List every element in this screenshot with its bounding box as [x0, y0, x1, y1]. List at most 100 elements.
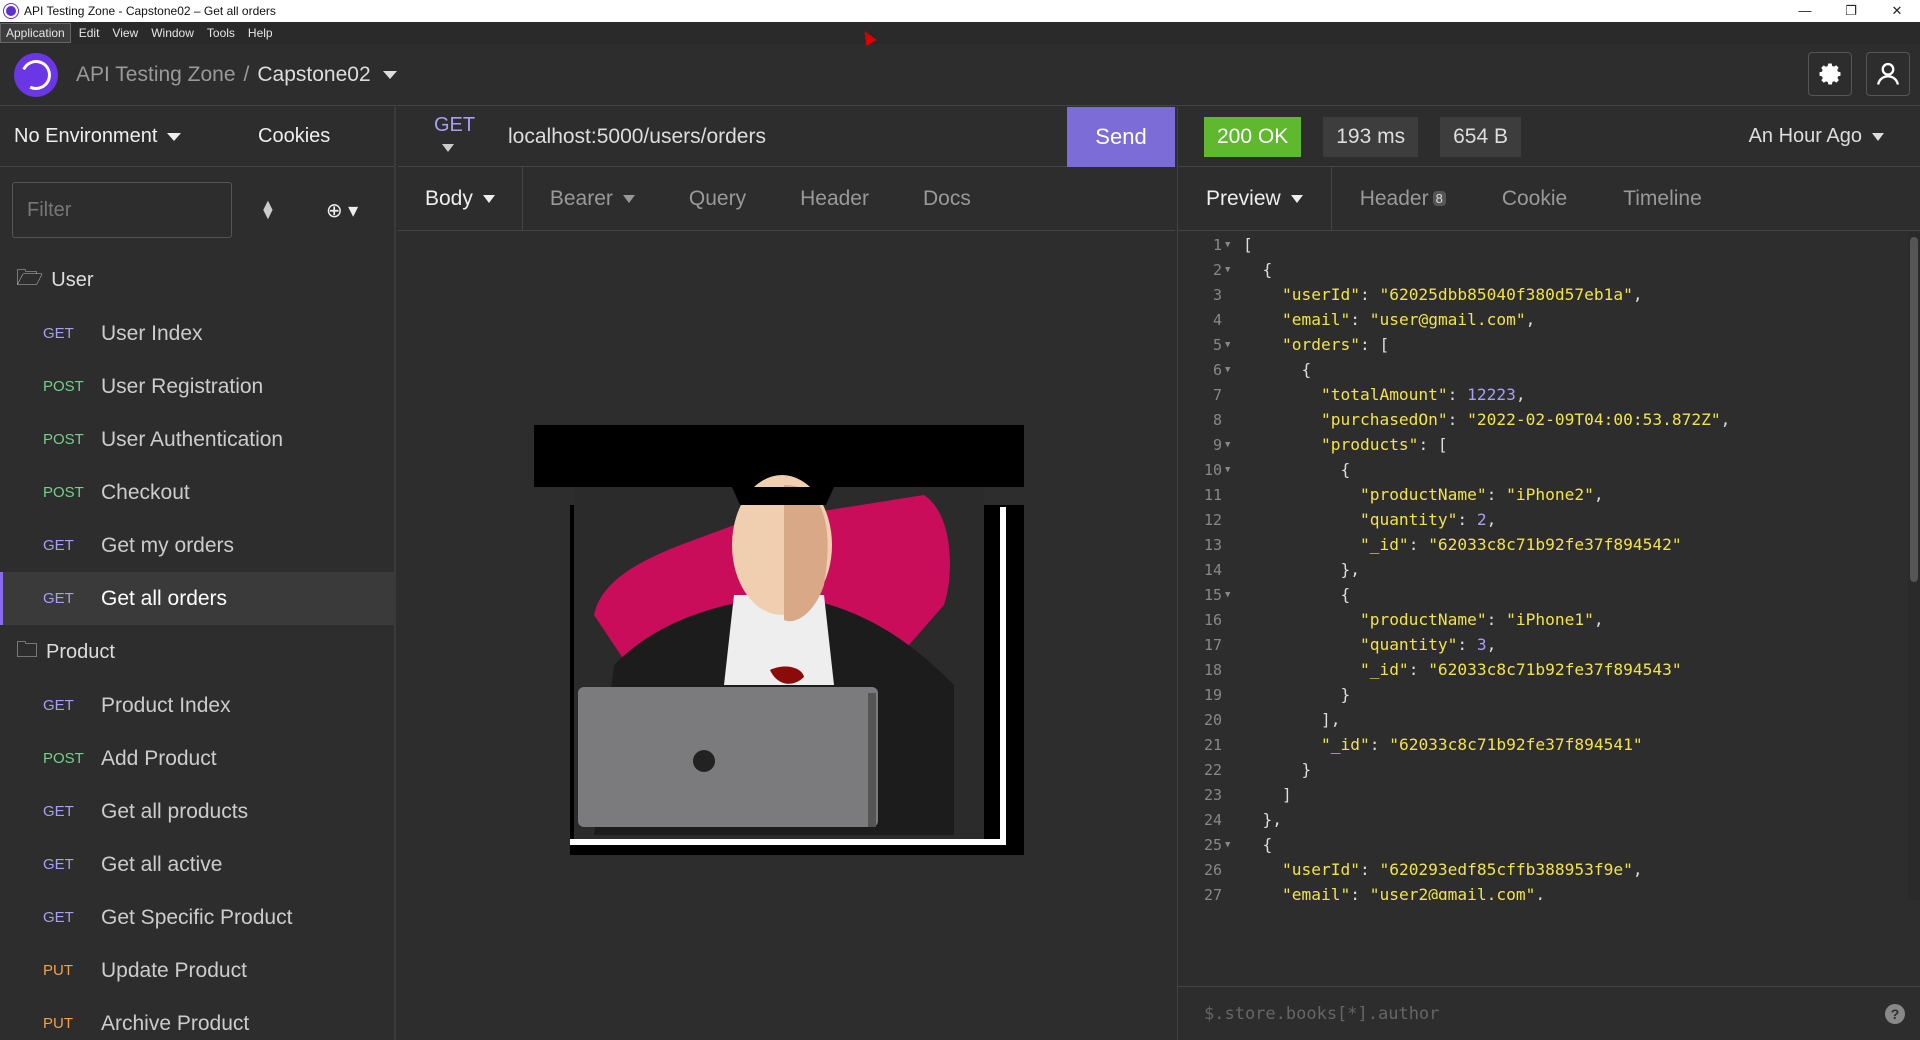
code-line: 9 ▼ "products": [	[1178, 432, 1908, 457]
response-size-badge: 654 B	[1440, 116, 1521, 157]
tab-query[interactable]: Query	[662, 167, 773, 231]
fold-toggle-icon[interactable]: ▼	[1225, 340, 1237, 350]
fold-toggle-icon[interactable]: ▼	[1225, 840, 1237, 850]
cookies-button[interactable]: Cookies	[258, 125, 330, 148]
line-number: 18	[1203, 660, 1222, 679]
request-get-all-orders[interactable]: GET Get all orders	[0, 572, 394, 625]
method-badge: POST	[43, 750, 84, 767]
menu-tools[interactable]: Tools	[202, 24, 240, 42]
request-get-my-orders[interactable]: GET Get my orders	[0, 519, 394, 572]
method-badge: PUT	[43, 962, 73, 979]
request-label: Get Specific Product	[101, 905, 293, 929]
app-header: API Testing Zone / Capstone02	[0, 44, 1920, 106]
app-icon	[4, 4, 18, 18]
tab-cookie[interactable]: Cookie	[1474, 167, 1595, 231]
method-badge: POST	[43, 378, 84, 395]
fold-toggle-icon[interactable]: ▼	[1225, 440, 1237, 450]
response-body-viewer[interactable]: 1 ▼[2 ▼ {3 "userId": "62025dbb85040f380d57…	[1178, 232, 1908, 900]
request-add-product[interactable]: POST Add Product	[0, 732, 394, 785]
request-get-specific-product[interactable]: GET Get Specific Product	[0, 891, 394, 944]
method-dropdown[interactable]: GET	[398, 114, 488, 160]
workspace-name[interactable]: API Testing Zone	[76, 63, 236, 86]
line-number: 11	[1203, 485, 1222, 504]
maximize-button[interactable]: ❐	[1828, 0, 1874, 22]
request-update-product[interactable]: PUT Update Product	[0, 944, 394, 997]
request-archive-product[interactable]: PUT Archive Product	[0, 997, 394, 1040]
request-user-registration[interactable]: POST User Registration	[0, 360, 394, 413]
tab-label: Header	[1359, 186, 1429, 210]
code-text: "_id": "62033c8c71b92fe37f894542"	[1359, 535, 1682, 554]
code-line: 20 ],	[1178, 707, 1908, 732]
tab-label: Bearer	[549, 186, 613, 210]
breadcrumb: API Testing Zone / Capstone02	[76, 63, 397, 87]
add-request-button[interactable]: ⊕ ▾	[326, 198, 358, 223]
response-history-dropdown[interactable]: An Hour Ago	[1749, 125, 1884, 148]
fold-toggle-icon[interactable]: ▼	[1225, 465, 1237, 475]
method-badge: GET	[43, 909, 74, 926]
tab-preview[interactable]: Preview	[1178, 166, 1332, 231]
fold-toggle-icon[interactable]: ▼	[1225, 265, 1237, 275]
menu-edit[interactable]: Edit	[74, 24, 105, 42]
tab-docs[interactable]: Docs	[896, 167, 998, 231]
line-number: 24	[1203, 810, 1222, 829]
sort-icon[interactable]: ▲ ▼	[260, 198, 276, 223]
request-user-authentication[interactable]: POST User Authentication	[0, 413, 394, 466]
request-label: User Registration	[101, 374, 264, 398]
url-input[interactable]: localhost:5000/users/orders	[488, 125, 1067, 149]
code-text: }	[1243, 685, 1351, 704]
help-icon[interactable]: ?	[1885, 1004, 1905, 1024]
request-label: Get all orders	[101, 586, 228, 610]
app-logo-icon[interactable]	[14, 52, 58, 97]
account-button[interactable]	[1866, 52, 1910, 96]
code-line: 21 "_id": "62033c8c71b92fe37f894541"	[1178, 732, 1908, 757]
line-number: 10	[1203, 460, 1222, 479]
line-number: 2	[1212, 260, 1222, 279]
window-titlebar: API Testing Zone - Capstone02 – Get all …	[0, 0, 1920, 22]
line-number: 6	[1212, 360, 1222, 379]
send-button[interactable]: Send	[1067, 106, 1175, 167]
request-get-all-products[interactable]: GET Get all products	[0, 785, 394, 838]
menu-application[interactable]: Application	[0, 23, 71, 43]
chevron-down-icon	[482, 194, 495, 203]
code-line: 1 ▼ [	[1178, 232, 1908, 257]
request-label: User Authentication	[101, 427, 284, 451]
collection-name[interactable]: Capstone02	[257, 63, 370, 86]
fold-toggle-icon[interactable]: ▼	[1225, 590, 1237, 600]
chevron-down-icon[interactable]	[382, 70, 397, 79]
scrollbar-thumb[interactable]	[1910, 237, 1918, 582]
code-text: ]	[1243, 785, 1292, 804]
menu-bar: Application Edit View Window Tools Help	[0, 22, 1920, 44]
request-product-index[interactable]: GET Product Index	[0, 679, 394, 732]
response-scrollbar[interactable]	[1908, 232, 1920, 900]
minimize-button[interactable]: —	[1782, 0, 1828, 22]
menu-view[interactable]: View	[107, 24, 143, 42]
menu-help[interactable]: Help	[243, 24, 278, 42]
settings-button[interactable]	[1808, 52, 1852, 96]
tab-body[interactable]: Body	[398, 166, 523, 231]
close-button[interactable]: ✕	[1874, 0, 1920, 22]
code-text: ],	[1243, 710, 1341, 729]
line-number: 15	[1203, 585, 1222, 604]
code-line: 6 ▼ {	[1178, 357, 1908, 382]
request-checkout[interactable]: POST Checkout	[0, 466, 394, 519]
fold-toggle-icon[interactable]: ▼	[1225, 365, 1237, 375]
tab-response-header[interactable]: Header 8	[1332, 167, 1474, 231]
response-time-badge: 193 ms	[1323, 116, 1419, 157]
folder-product[interactable]: 🗀 Product	[0, 625, 394, 679]
request-get-all-active[interactable]: GET Get all active	[0, 838, 394, 891]
line-number: 25	[1203, 835, 1222, 854]
tab-timeline[interactable]: Timeline	[1595, 167, 1730, 231]
tab-bearer[interactable]: Bearer	[523, 167, 662, 231]
menu-window[interactable]: Window	[146, 24, 199, 42]
user-icon	[1876, 62, 1900, 85]
environment-dropdown[interactable]: No Environment	[0, 125, 258, 148]
method-badge: PUT	[43, 1015, 73, 1032]
tab-header[interactable]: Header	[773, 167, 896, 231]
sidebar-filter-input[interactable]: Filter	[12, 182, 232, 238]
request-user-index[interactable]: GET User Index	[0, 307, 394, 360]
response-filter-input[interactable]: $.store.books[*].author ?	[1178, 986, 1920, 1040]
code-line: 13 "_id": "62033c8c71b92fe37f894542"	[1178, 532, 1908, 557]
line-number: 1	[1212, 235, 1222, 254]
folder-user[interactable]: 🗁 User	[0, 253, 394, 307]
fold-toggle-icon[interactable]: ▼	[1225, 240, 1237, 250]
